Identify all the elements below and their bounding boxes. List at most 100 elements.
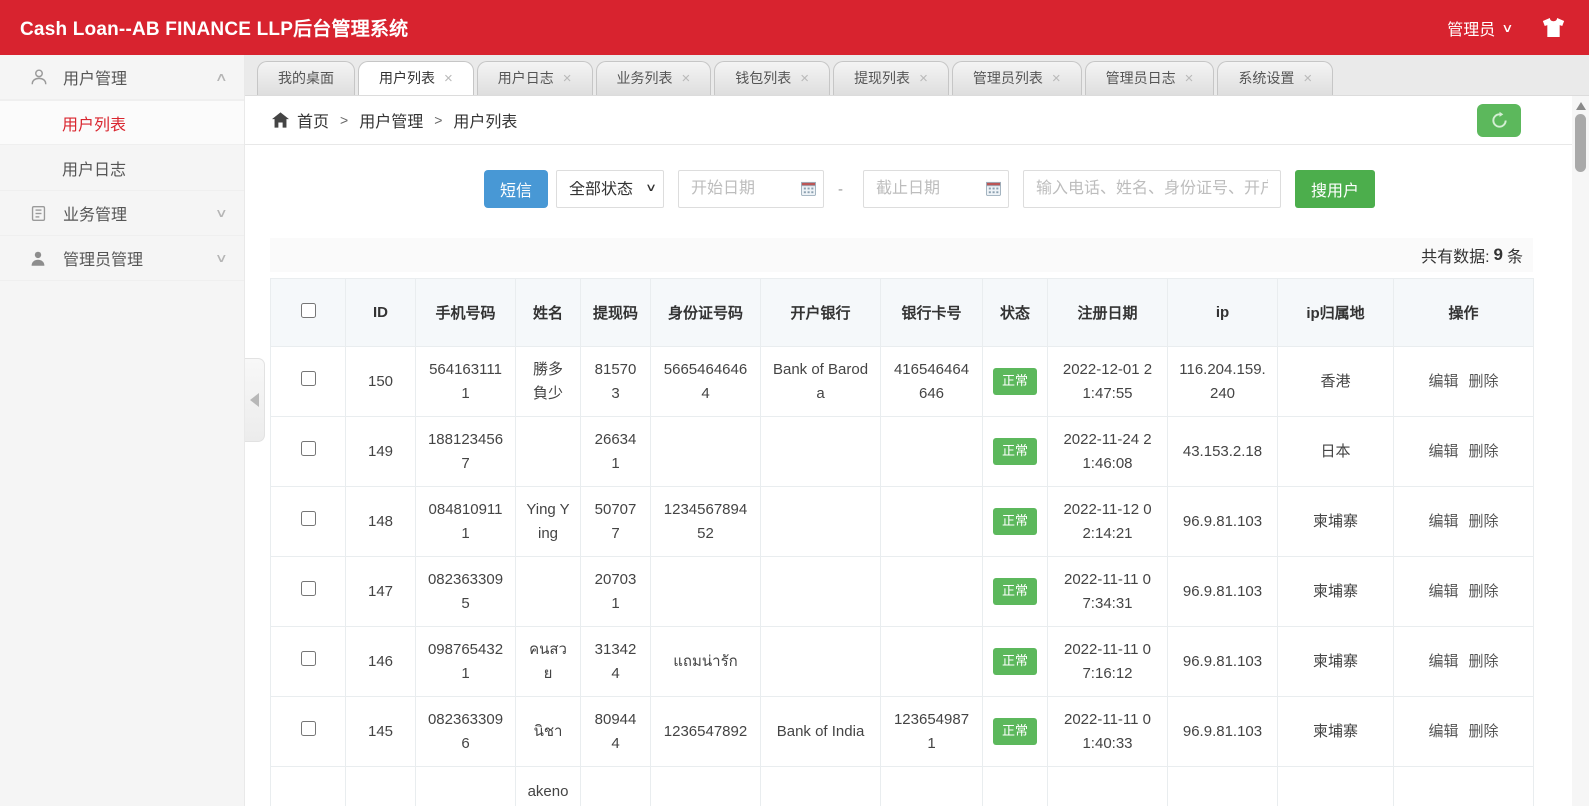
edit-link[interactable]: 编辑 [1428, 723, 1458, 740]
row-checkbox[interactable] [301, 581, 316, 596]
tab-2[interactable]: 用户日志× [477, 61, 593, 95]
app-header: Cash Loan--AB FINANCE LLP后台管理系统 管理员 ∨ [0, 0, 1589, 55]
stats-unit: 条 [1507, 243, 1523, 267]
checkbox-cell [271, 557, 346, 627]
tab-close-icon[interactable]: × [682, 71, 691, 86]
edit-link[interactable]: 编辑 [1428, 443, 1458, 460]
end-date-input[interactable] [863, 170, 1009, 208]
sidebar-group-user-management[interactable]: 用户管理 ∧ [0, 55, 244, 100]
tab-close-icon[interactable]: × [444, 71, 453, 86]
tab-label: 钱包列表 [735, 62, 791, 95]
edit-link[interactable]: 编辑 [1428, 373, 1458, 390]
sidebar-group-admin-management[interactable]: 管理员管理 ∨ [0, 236, 244, 281]
status-badge: 正常 [993, 718, 1037, 744]
sidebar-item-user-log[interactable]: 用户日志 [0, 145, 244, 190]
column-header: ip [1168, 279, 1278, 347]
sidebar-group-business-management[interactable]: 业务管理 ∨ [0, 191, 244, 236]
tab-0[interactable]: 我的桌面 [257, 61, 355, 95]
chevron-down-icon: ∨ [1501, 21, 1513, 35]
table-row: 1470823633095207031正常2022-11-11 07:34:31… [271, 557, 1534, 627]
home-icon [272, 112, 289, 128]
tab-4[interactable]: 钱包列表 × [714, 61, 830, 95]
tab-close-icon[interactable]: × [919, 71, 928, 86]
delete-link[interactable]: 删除 [1469, 723, 1499, 740]
table-cell [881, 627, 983, 697]
theme-shirt-icon[interactable] [1542, 18, 1565, 37]
search-user-button[interactable]: 搜用户 [1295, 170, 1375, 208]
table-row: akeno [271, 767, 1534, 806]
tab-7[interactable]: 管理员日志× [1085, 61, 1215, 95]
breadcrumb-home[interactable]: 首页 [297, 108, 329, 132]
tab-close-icon[interactable]: × [1185, 71, 1194, 86]
scrollbar-thumb[interactable] [1575, 114, 1586, 172]
search-input[interactable] [1023, 170, 1281, 208]
tab-1[interactable]: 用户列表× [358, 61, 474, 95]
status-select[interactable]: 全部状态 [556, 170, 664, 208]
breadcrumb-current: 用户列表 [453, 108, 517, 132]
edit-link[interactable]: 编辑 [1428, 653, 1458, 670]
tab-close-icon[interactable]: × [800, 71, 809, 86]
tab-close-icon[interactable]: × [1052, 71, 1061, 86]
row-checkbox[interactable] [301, 371, 316, 386]
table-cell [761, 627, 881, 697]
tab-5[interactable]: 提现列表× [833, 61, 949, 95]
start-date-input[interactable] [678, 170, 824, 208]
table-cell: 313424 [581, 627, 651, 697]
sidebar-group-label: 用户管理 [63, 65, 127, 89]
refresh-icon [1490, 111, 1509, 130]
table-cell [1048, 767, 1168, 806]
user-menu[interactable]: 管理员 ∨ [1447, 16, 1512, 40]
table-cell: 266341 [581, 417, 651, 487]
table-cell: 146 [346, 627, 416, 697]
status-cell [983, 767, 1048, 806]
table-cell [881, 767, 983, 806]
vertical-scrollbar[interactable] [1572, 96, 1589, 806]
main-panel: 我的桌面用户列表×用户日志×业务列表×钱包列表×提现列表×管理员列表×管理员日志… [245, 55, 1589, 806]
status-badge: 正常 [993, 508, 1037, 534]
tab-close-icon[interactable]: × [1303, 71, 1312, 86]
refresh-button[interactable] [1477, 104, 1521, 137]
table-cell: 815703 [581, 347, 651, 417]
row-checkbox[interactable] [301, 511, 316, 526]
actions-cell: 编辑删除 [1394, 487, 1534, 557]
table-cell: 香港 [1278, 347, 1394, 417]
row-checkbox[interactable] [301, 441, 316, 456]
table-cell [881, 487, 983, 557]
table-cell: 147 [346, 557, 416, 627]
table-cell: Bank of Baroda [761, 347, 881, 417]
breadcrumb-section[interactable]: 用户管理 [359, 108, 423, 132]
breadcrumb-separator: > [340, 112, 348, 128]
tab-3[interactable]: 业务列表× [596, 61, 712, 95]
sidebar-item-user-list[interactable]: 用户列表 [0, 100, 244, 145]
column-header: 提现码 [581, 279, 651, 347]
sidebar-submenu: 用户列表 用户日志 [0, 100, 244, 191]
collapse-left-icon [250, 393, 259, 407]
tab-close-icon[interactable]: × [563, 71, 572, 86]
table-cell: 43.153.2.18 [1168, 417, 1278, 487]
row-checkbox[interactable] [301, 651, 316, 666]
tab-8[interactable]: 系统设置× [1217, 61, 1333, 95]
edit-link[interactable]: 编辑 [1428, 583, 1458, 600]
table-cell [516, 557, 581, 627]
content-area: 短信 全部状态 ∨ - [245, 145, 1589, 806]
delete-link[interactable]: 删除 [1469, 373, 1499, 390]
filter-toolbar: 短信 全部状态 ∨ - [270, 170, 1589, 208]
edit-link[interactable]: 编辑 [1428, 513, 1458, 530]
status-cell: 正常 [983, 627, 1048, 697]
delete-link[interactable]: 删除 [1469, 653, 1499, 670]
status-cell: 正常 [983, 417, 1048, 487]
row-checkbox[interactable] [301, 721, 316, 736]
breadcrumb-separator: > [434, 112, 442, 128]
stats-count: 9 [1494, 245, 1503, 265]
delete-link[interactable]: 删除 [1469, 443, 1499, 460]
tab-6[interactable]: 管理员列表× [952, 61, 1082, 95]
sms-button[interactable]: 短信 [484, 170, 548, 208]
select-all-checkbox[interactable] [301, 303, 316, 318]
table-cell [651, 557, 761, 627]
table-cell: 2022-11-24 21:46:08 [1048, 417, 1168, 487]
scroll-up-arrow-icon[interactable] [1576, 102, 1586, 110]
sidebar-collapse-handle[interactable] [245, 358, 265, 442]
delete-link[interactable]: 删除 [1469, 583, 1499, 600]
delete-link[interactable]: 删除 [1469, 513, 1499, 530]
status-cell: 正常 [983, 697, 1048, 767]
